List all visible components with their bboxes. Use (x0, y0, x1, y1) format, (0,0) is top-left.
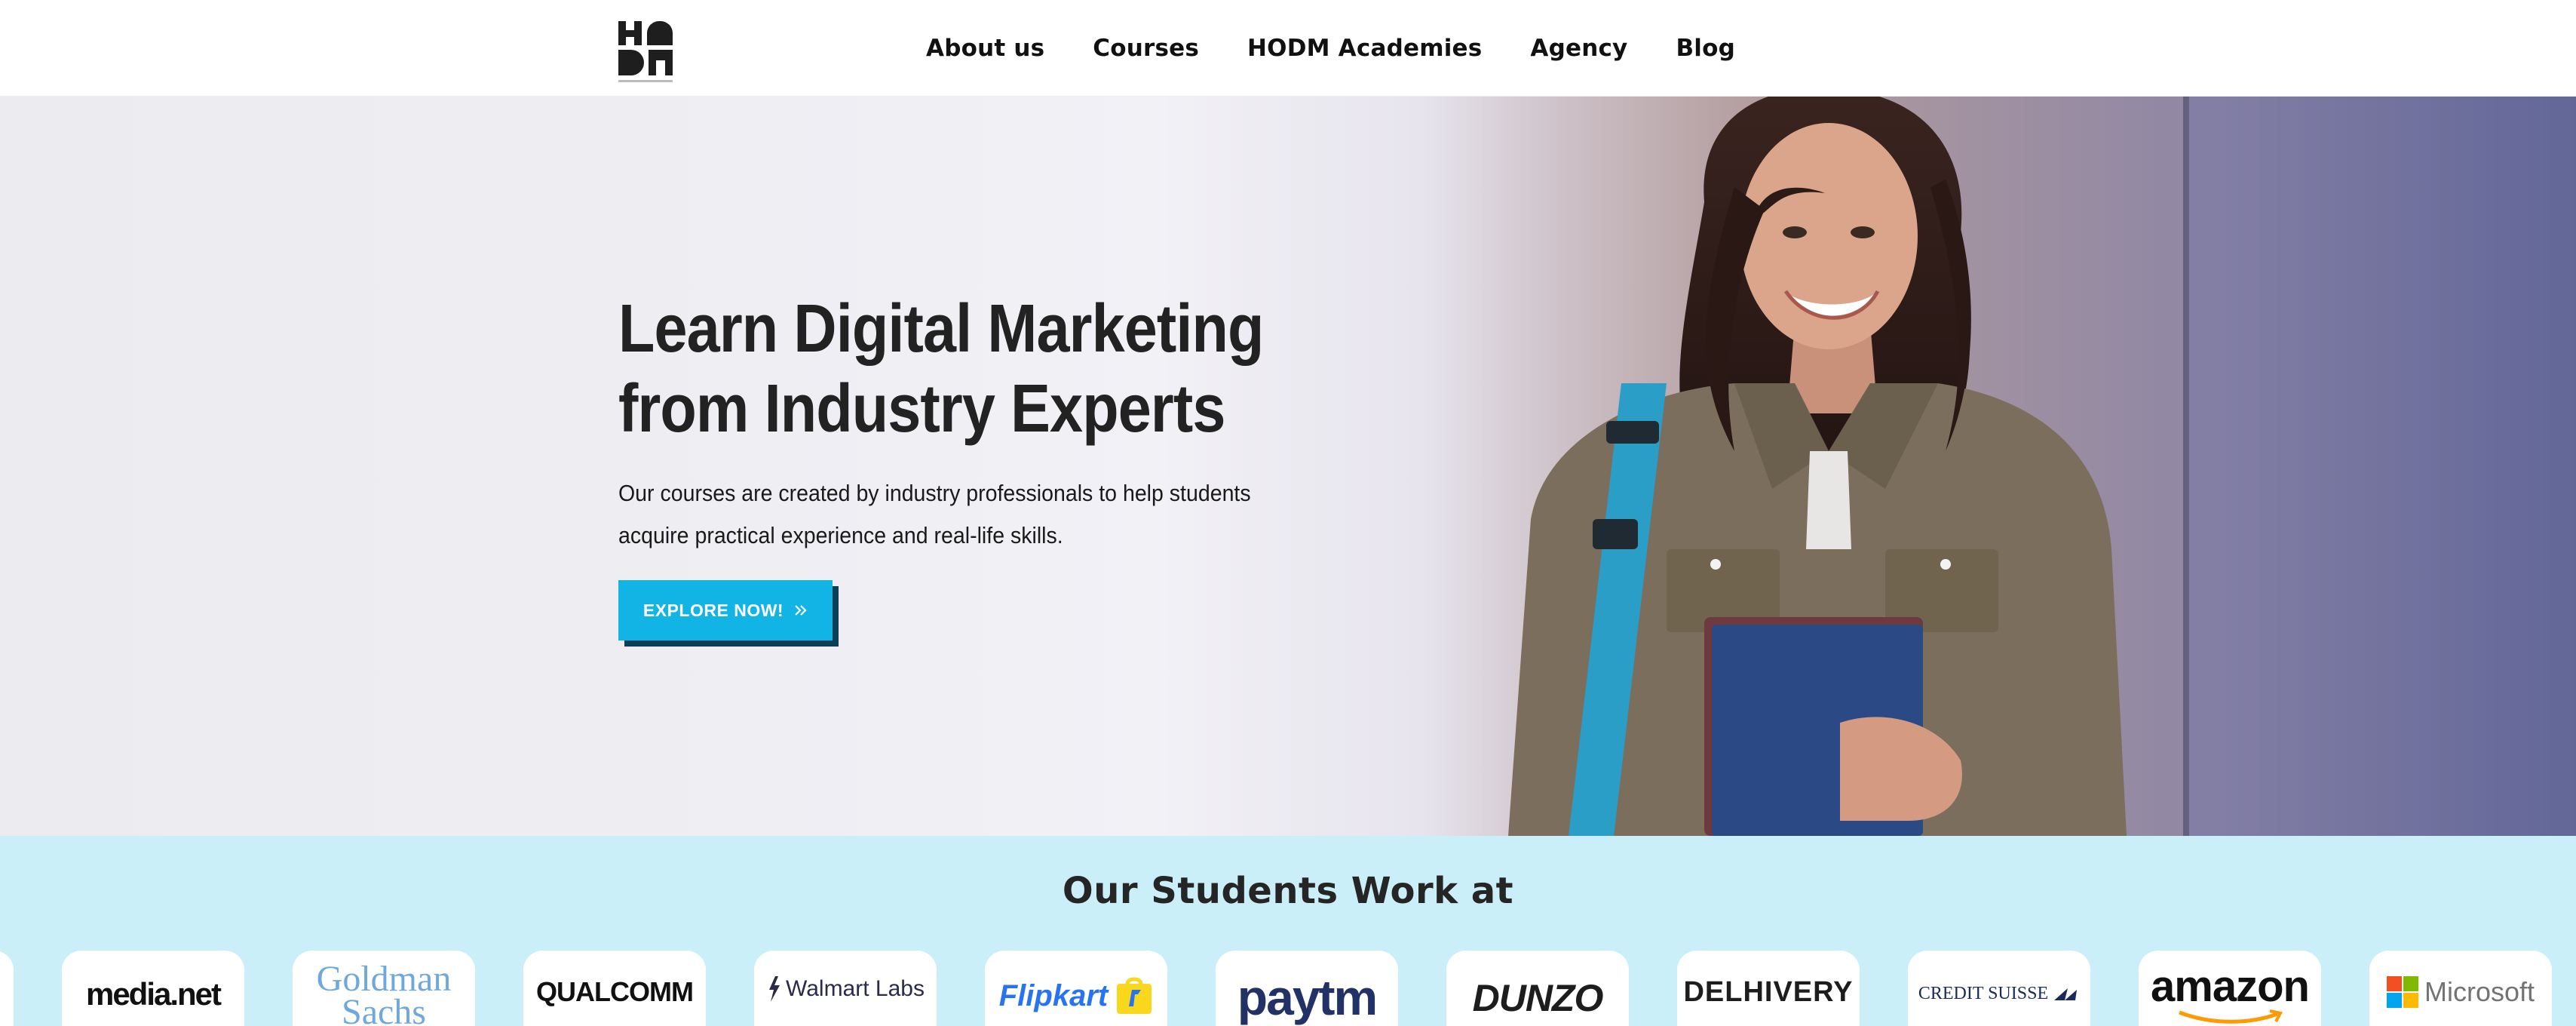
company-logo-paytm: paytm (1216, 951, 1398, 1026)
company-logo-media-net: media.net (62, 951, 244, 1026)
company-logo-delhivery: DELHIVERY (1677, 951, 1860, 1026)
site-header: About us Courses HODM Academies Agency B… (0, 0, 2576, 97)
nav-blog[interactable]: Blog (1676, 35, 1735, 62)
double-chevron-right-icon (795, 605, 807, 616)
hero-title-line-2: from Industry Experts (618, 371, 1225, 447)
company-logo-microsoft: Microsoft (2369, 951, 2552, 1026)
company-logo-card-partial (0, 951, 14, 1026)
flipkart-bag-icon (1117, 977, 1152, 1014)
credit-suisse-sail-icon (2054, 988, 2078, 1000)
walmart-spark-icon (769, 976, 780, 1002)
hero-subtitle-line-1: Our courses are created by industry prof… (618, 480, 1251, 506)
nav-agency[interactable]: Agency (1530, 35, 1627, 62)
explore-now-label: EXPLORE NOW! (642, 600, 784, 620)
hodm-logo[interactable] (618, 21, 673, 84)
students-work-at-section: Our Students Work at media.net Goldman S… (0, 836, 2576, 1026)
company-logo-qualcomm: QUALCOMM (523, 951, 706, 1026)
company-logo-amazon: amazon (2139, 951, 2321, 1026)
company-logo-credit-suisse: CREDIT SUISSE (1908, 951, 2090, 1026)
hero-subtitle-line-2: acquire practical experience and real-li… (618, 522, 1063, 548)
hero-subtitle: Our courses are created by industry prof… (618, 472, 1299, 557)
company-logo-dunzo: DUNZO (1446, 951, 1629, 1026)
hero-title-line-1: Learn Digital Marketing (618, 291, 1264, 367)
nav-about-us[interactable]: About us (926, 35, 1044, 62)
company-logo-walmart-labs: Walmart Labs (754, 951, 937, 1026)
hero-student-photo (1418, 97, 2576, 836)
company-logo-goldman-sachs: Goldman Sachs (293, 951, 475, 1026)
microsoft-windows-icon (2386, 976, 2418, 1008)
students-work-at-heading: Our Students Work at (1062, 870, 1514, 912)
nav-courses[interactable]: Courses (1093, 35, 1199, 62)
main-nav: About us Courses HODM Academies Agency B… (926, 0, 1735, 97)
hero-section: Learn Digital Marketing from Industry Ex… (0, 97, 2576, 836)
hero-title: Learn Digital Marketing from Industry Ex… (618, 289, 1282, 449)
company-logo-flipkart: Flipkart (985, 951, 1167, 1026)
explore-now-button[interactable]: EXPLORE NOW! (618, 580, 833, 640)
amazon-smile-icon (2179, 1009, 2283, 1024)
nav-hodm-academies[interactable]: HODM Academies (1247, 35, 1482, 62)
